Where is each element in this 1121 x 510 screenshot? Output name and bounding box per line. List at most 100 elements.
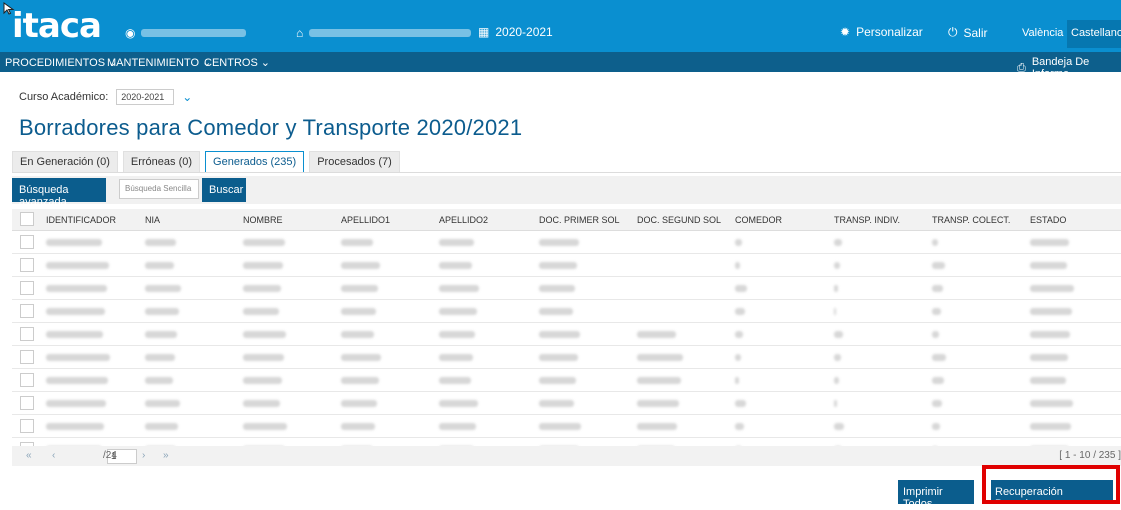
search-button[interactable]: Buscar xyxy=(202,178,246,202)
table-row[interactable] xyxy=(12,254,1121,277)
redacted-cell xyxy=(834,377,839,384)
column-header[interactable]: DOC. PRIMER SOL xyxy=(539,215,620,225)
column-header[interactable]: COMEDOR xyxy=(735,215,782,225)
language-valencia[interactable]: València xyxy=(1022,27,1063,39)
record-range: [ 1 - 10 / 235 ] xyxy=(1059,450,1121,461)
itaca-logo[interactable]: itaca xyxy=(12,9,102,43)
drafts-table: IDENTIFICADOR NIA NOMBRE APELLIDO1 APELL… xyxy=(12,209,1121,461)
previous-page-icon[interactable]: ‹ xyxy=(52,450,55,461)
column-header[interactable]: TRANSP. INDIV. xyxy=(834,215,900,225)
redacted-cell xyxy=(735,308,745,315)
main-menu: PROCEDIMIENTOS ⌄ MANTENIMIENTO ⌄ CENTROS ⌄ … xyxy=(0,52,1121,80)
table-row[interactable] xyxy=(12,369,1121,392)
page-title: Borradores para Comedor y Transporte 202… xyxy=(19,115,523,140)
menu-procedimientos[interactable]: PROCEDIMIENTOS ⌄ xyxy=(5,56,117,70)
redacted-cell xyxy=(735,377,739,384)
column-header[interactable]: IDENTIFICADOR xyxy=(46,215,116,225)
centre-name-blurred xyxy=(309,29,472,37)
redacted-cell xyxy=(637,377,681,384)
redacted-cell xyxy=(637,331,676,338)
redacted-cell xyxy=(539,400,574,407)
print-all-button[interactable]: Imprimir Todos xyxy=(898,480,974,510)
exit-button[interactable]: ⏻ Salir xyxy=(948,25,988,40)
tab-procesados[interactable]: Procesados (7) xyxy=(309,151,400,173)
chevron-down-icon[interactable]: ⌄ xyxy=(182,90,192,104)
table-row[interactable] xyxy=(12,231,1121,254)
row-checkbox[interactable] xyxy=(20,419,34,433)
redacted-cell xyxy=(243,354,284,361)
user-info[interactable]: ◉ xyxy=(125,26,247,40)
course-select[interactable]: 2020-2021 xyxy=(116,89,175,105)
redacted-cell xyxy=(539,354,578,361)
menu-centros[interactable]: CENTROS ⌄ xyxy=(204,56,270,70)
redacted-cell xyxy=(1030,308,1072,315)
table-row[interactable] xyxy=(12,392,1121,415)
redacted-cell xyxy=(735,400,746,407)
redacted-cell xyxy=(46,308,105,315)
redacted-cell xyxy=(243,400,280,407)
tab-erroneas[interactable]: Erróneas (0) xyxy=(122,151,201,173)
first-page-icon[interactable]: « xyxy=(26,450,32,461)
redacted-cell xyxy=(145,262,174,269)
customize-button[interactable]: ✹ Personalizar xyxy=(840,25,923,39)
advanced-search-button[interactable]: Búsqueda avanzada xyxy=(12,178,106,208)
tab-en-generacion[interactable]: En Generación (0) xyxy=(12,151,118,173)
redacted-cell xyxy=(243,239,285,246)
redacted-cell xyxy=(932,377,944,384)
table-row[interactable] xyxy=(12,300,1121,323)
redacted-cell xyxy=(834,400,837,407)
simple-search-input[interactable]: Búsqueda Sencilla xyxy=(119,179,199,199)
redacted-cell xyxy=(341,308,376,315)
menu-mantenimiento[interactable]: MANTENIMIENTO ⌄ xyxy=(107,56,211,70)
row-checkbox[interactable] xyxy=(20,304,34,318)
redacted-cell xyxy=(932,423,940,430)
status-tabs: En Generación (0) Erróneas (0) Generados… xyxy=(12,151,400,173)
table-row[interactable] xyxy=(12,323,1121,346)
printer-icon: ⎙ xyxy=(1017,61,1026,74)
tab-generados[interactable]: Generados (235) xyxy=(205,151,305,173)
redacted-cell xyxy=(145,377,173,384)
redacted-cell xyxy=(439,331,475,338)
search-toolbar: Búsqueda avanzada Búsqueda Sencilla Busc… xyxy=(12,176,1121,208)
centre-info[interactable]: ⌂ xyxy=(296,26,472,40)
redacted-cell xyxy=(539,262,577,269)
header-year-label: 2020-2021 xyxy=(495,25,553,39)
row-checkbox[interactable] xyxy=(20,327,34,341)
table-row[interactable] xyxy=(12,346,1121,369)
next-page-icon[interactable]: › xyxy=(142,450,145,461)
language-castellano[interactable]: Castellano xyxy=(1067,20,1121,48)
column-header[interactable]: APELLIDO1 xyxy=(341,215,390,225)
row-checkbox[interactable] xyxy=(20,350,34,364)
row-checkbox[interactable] xyxy=(20,281,34,295)
column-header[interactable]: ESTADO xyxy=(1030,215,1066,225)
redacted-cell xyxy=(932,308,941,315)
power-icon: ⏻ xyxy=(948,25,958,39)
table-row[interactable] xyxy=(12,415,1121,438)
column-header[interactable]: DOC. SEGUND SOL xyxy=(637,215,721,225)
column-header[interactable]: NIA xyxy=(145,215,160,225)
column-header[interactable]: NOMBRE xyxy=(243,215,283,225)
row-checkbox[interactable] xyxy=(20,258,34,272)
redacted-cell xyxy=(46,400,106,407)
row-checkbox[interactable] xyxy=(20,373,34,387)
redacted-cell xyxy=(439,308,477,315)
course-selector: Curso Académico: 2020-2021 ⌄ xyxy=(19,89,192,105)
redacted-cell xyxy=(735,331,743,338)
highlight-frame xyxy=(982,465,1120,504)
row-checkbox[interactable] xyxy=(20,235,34,249)
redacted-cell xyxy=(637,400,679,407)
report-tray-button[interactable]: ⎙ Bandeja De Informe xyxy=(1017,56,1121,80)
column-header[interactable]: TRANSP. COLECT. xyxy=(932,215,1010,225)
academic-year-header[interactable]: ▦ 2020-2021 xyxy=(478,25,553,39)
redacted-cell xyxy=(735,239,742,246)
row-checkbox[interactable] xyxy=(20,396,34,410)
select-all-checkbox[interactable] xyxy=(20,212,34,226)
redacted-cell xyxy=(243,285,281,292)
table-row[interactable] xyxy=(12,277,1121,300)
redacted-cell xyxy=(539,423,581,430)
redacted-cell xyxy=(539,308,573,315)
pagination-bar: « ‹ 1 /24 › » [ 1 - 10 / 235 ] xyxy=(12,446,1121,466)
column-header[interactable]: APELLIDO2 xyxy=(439,215,488,225)
redacted-cell xyxy=(735,423,744,430)
last-page-icon[interactable]: » xyxy=(163,450,169,461)
